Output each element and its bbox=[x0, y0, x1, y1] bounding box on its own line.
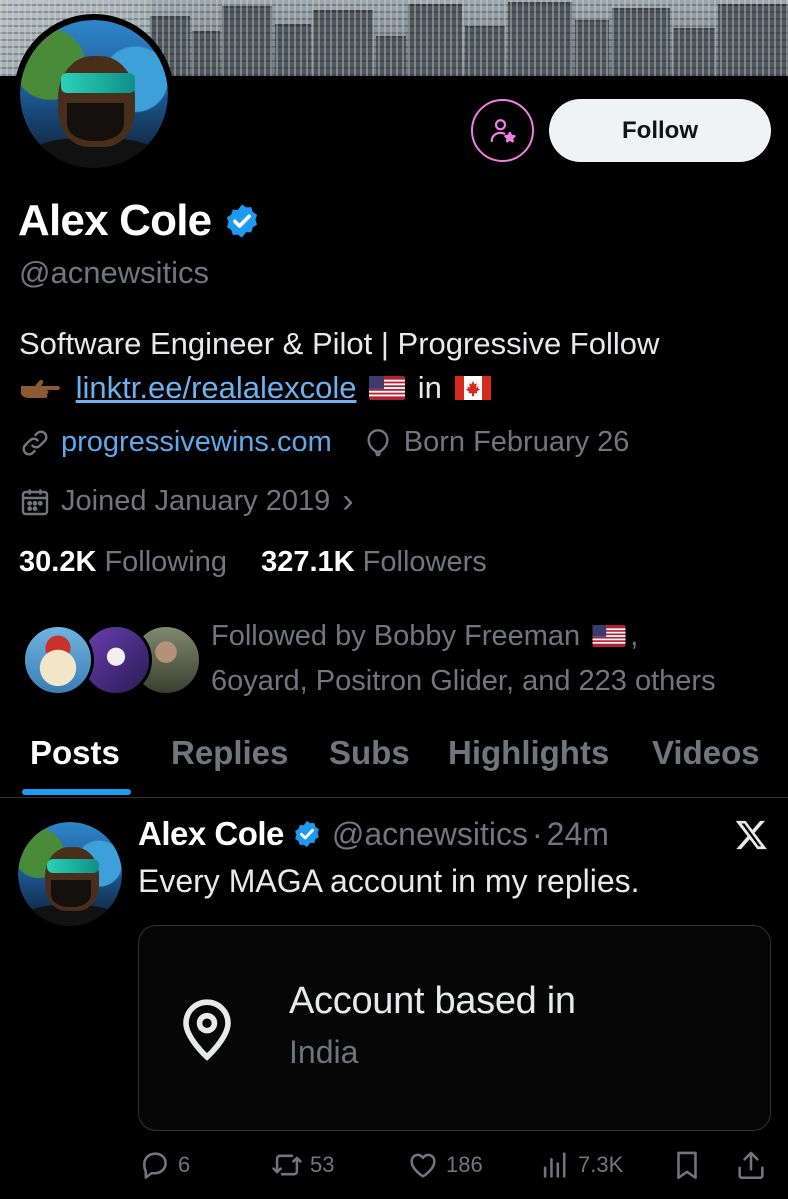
location-pin-icon bbox=[183, 999, 231, 1061]
post-text: Every MAGA account in my replies. bbox=[138, 863, 640, 899]
views-icon bbox=[543, 1152, 566, 1178]
card-subtitle: India bbox=[289, 1034, 359, 1070]
verified-badge-icon[interactable] bbox=[292, 819, 322, 849]
follow-stats: 30.2K Following 327.1K Followers bbox=[19, 546, 487, 579]
follow-button[interactable]: Follow bbox=[549, 99, 771, 162]
avatar-sunglasses bbox=[61, 73, 136, 93]
x-logo-icon[interactable] bbox=[735, 818, 769, 852]
like-button[interactable]: 186 bbox=[406, 1148, 483, 1182]
bio-in-text: in bbox=[417, 370, 442, 405]
link-icon bbox=[22, 430, 48, 455]
profile-handle: @acnewsitics bbox=[19, 255, 209, 290]
tab-replies[interactable]: Replies bbox=[171, 734, 288, 772]
share-icon bbox=[738, 1151, 764, 1180]
share-button[interactable] bbox=[734, 1148, 774, 1182]
profile-avatar[interactable] bbox=[14, 14, 174, 174]
subscribe-icon bbox=[490, 118, 515, 142]
subscribe-button[interactable] bbox=[471, 99, 534, 162]
post-actions: 6 53 186 7.3K bbox=[138, 1148, 778, 1188]
post-header: Alex Cole @acnewsitics · 24m bbox=[138, 815, 609, 853]
tab-posts[interactable]: Posts bbox=[30, 734, 120, 772]
repost-icon bbox=[272, 1154, 302, 1176]
views-button[interactable]: 7.3K bbox=[538, 1148, 623, 1182]
following-stat[interactable]: 30.2K Following bbox=[19, 546, 227, 578]
profile-name: Alex Cole bbox=[18, 196, 212, 245]
profile-meta-row-2: Joined January 2019 › bbox=[19, 482, 354, 521]
joined-text: Joined January 2019 bbox=[61, 485, 331, 517]
active-tab-indicator bbox=[22, 789, 131, 795]
bio-line-1: Software Engineer & Pilot | Progressive … bbox=[19, 326, 660, 361]
bookmark-button[interactable] bbox=[670, 1148, 710, 1182]
canada-flag-icon bbox=[454, 376, 491, 400]
followers-stat[interactable]: 327.1K Followers bbox=[261, 546, 487, 578]
bio-line-2: linktr.ee/realalexcole in bbox=[19, 366, 779, 410]
tab-highlights[interactable]: Highlights bbox=[448, 734, 609, 772]
repost-button[interactable]: 53 bbox=[270, 1148, 334, 1182]
profile-bio: Software Engineer & Pilot | Progressive … bbox=[19, 322, 779, 410]
birthday-text: Born February 26 bbox=[403, 426, 630, 458]
reply-button[interactable]: 6 bbox=[138, 1148, 190, 1182]
us-flag-icon bbox=[592, 625, 626, 647]
us-flag-icon bbox=[369, 376, 406, 400]
post-author-handle[interactable]: @acnewsitics bbox=[332, 816, 528, 853]
mutual-followers-avatars[interactable] bbox=[22, 624, 202, 696]
verified-badge-icon[interactable] bbox=[223, 202, 261, 240]
balloon-icon bbox=[367, 428, 389, 456]
card-title: Account based in bbox=[289, 980, 576, 1022]
bio-link[interactable]: linktr.ee/realalexcole bbox=[76, 370, 357, 405]
post-media-card[interactable]: Account based in India bbox=[138, 925, 771, 1131]
profile-tabs: Posts Replies Subs Highlights Videos bbox=[0, 720, 788, 798]
avatar bbox=[22, 624, 94, 696]
calendar-icon bbox=[21, 488, 49, 515]
pointing-hand-icon bbox=[21, 379, 60, 398]
profile-name-row: Alex Cole bbox=[18, 196, 261, 246]
post-author-name[interactable]: Alex Cole bbox=[138, 815, 284, 853]
profile-meta-row-1: progressivewins.com Born February 26 bbox=[19, 426, 629, 459]
reply-icon bbox=[143, 1152, 167, 1179]
tab-subs[interactable]: Subs bbox=[329, 734, 410, 772]
post-timestamp[interactable]: 24m bbox=[547, 816, 609, 853]
followed-by-text[interactable]: Followed by Bobby Freeman , 6oyard, Posi… bbox=[211, 614, 781, 704]
bookmark-icon bbox=[677, 1151, 697, 1180]
tab-videos[interactable]: Videos bbox=[652, 734, 760, 772]
post-author-avatar[interactable] bbox=[18, 822, 122, 926]
like-icon bbox=[410, 1153, 436, 1178]
website-link[interactable]: progressivewins.com bbox=[61, 426, 332, 459]
joined-chevron-icon[interactable]: › bbox=[342, 482, 353, 521]
